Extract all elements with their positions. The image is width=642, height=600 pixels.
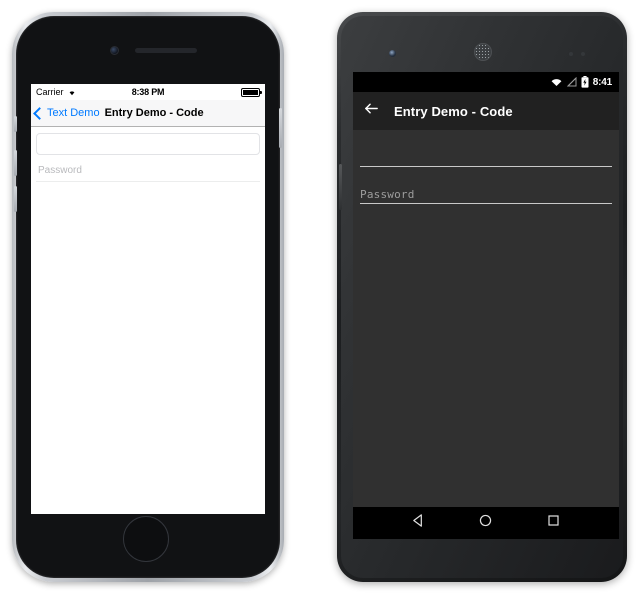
power-button[interactable] bbox=[279, 108, 282, 148]
ios-content-area: Password bbox=[31, 127, 265, 514]
iphone-device: Carrier 8:38 PM Text Demo Entry Demo - C… bbox=[12, 12, 284, 582]
battery-full-icon bbox=[241, 87, 262, 97]
android-content-area: Password bbox=[353, 130, 619, 507]
ios-nav-bar: Text Demo Entry Demo - Code bbox=[31, 100, 265, 127]
ios-back-button[interactable]: Text Demo bbox=[33, 106, 100, 120]
android-screen: 8:41 Entry Demo - Code Password bbox=[353, 72, 619, 539]
ios-password-placeholder: Password bbox=[38, 165, 82, 176]
android-page-title: Entry Demo - Code bbox=[394, 103, 513, 119]
nav-recents-square-icon[interactable] bbox=[546, 513, 561, 533]
battery-charging-icon bbox=[581, 76, 589, 88]
ios-password-field[interactable]: Password bbox=[36, 160, 260, 182]
android-status-bar: 8:41 bbox=[353, 72, 619, 92]
ios-back-label: Text Demo bbox=[47, 107, 100, 119]
volume-down-button[interactable] bbox=[14, 186, 17, 212]
front-camera-icon bbox=[389, 50, 396, 57]
ios-screen: Carrier 8:38 PM Text Demo Entry Demo - C… bbox=[31, 84, 265, 514]
chevron-left-icon bbox=[33, 106, 46, 120]
android-body: 8:41 Entry Demo - Code Password bbox=[339, 16, 623, 578]
android-password-field[interactable]: Password bbox=[360, 179, 612, 204]
nav-home-circle-icon[interactable] bbox=[478, 513, 493, 533]
android-nav-bar bbox=[353, 507, 619, 539]
android-password-placeholder: Password bbox=[360, 188, 415, 201]
volume-up-button[interactable] bbox=[14, 150, 17, 176]
ios-page-title: Entry Demo - Code bbox=[104, 107, 204, 119]
android-app-bar: Entry Demo - Code bbox=[353, 92, 619, 130]
android-clock: 8:41 bbox=[592, 76, 612, 88]
arrow-left-icon[interactable] bbox=[363, 100, 380, 122]
front-camera-icon bbox=[110, 46, 119, 55]
android-device: 8:41 Entry Demo - Code Password bbox=[337, 12, 627, 582]
iphone-body: Carrier 8:38 PM Text Demo Entry Demo - C… bbox=[14, 16, 282, 578]
nav-back-triangle-icon[interactable] bbox=[411, 513, 426, 533]
ios-clock: 8:38 PM bbox=[131, 87, 165, 97]
wifi-icon bbox=[550, 77, 563, 87]
ios-status-bar: Carrier 8:38 PM bbox=[31, 84, 265, 100]
home-button[interactable] bbox=[123, 516, 169, 562]
earpiece-speaker-icon bbox=[135, 48, 197, 53]
volume-rocker[interactable] bbox=[339, 164, 342, 210]
earpiece-speaker-icon bbox=[474, 43, 492, 61]
status-right-group bbox=[241, 87, 262, 97]
android-entry-field[interactable] bbox=[360, 142, 612, 167]
ios-entry-field[interactable] bbox=[36, 133, 260, 155]
proximity-sensor-icon bbox=[569, 52, 573, 56]
light-sensor-icon bbox=[581, 52, 585, 56]
mute-switch[interactable] bbox=[14, 116, 17, 132]
no-signal-icon bbox=[566, 77, 577, 87]
